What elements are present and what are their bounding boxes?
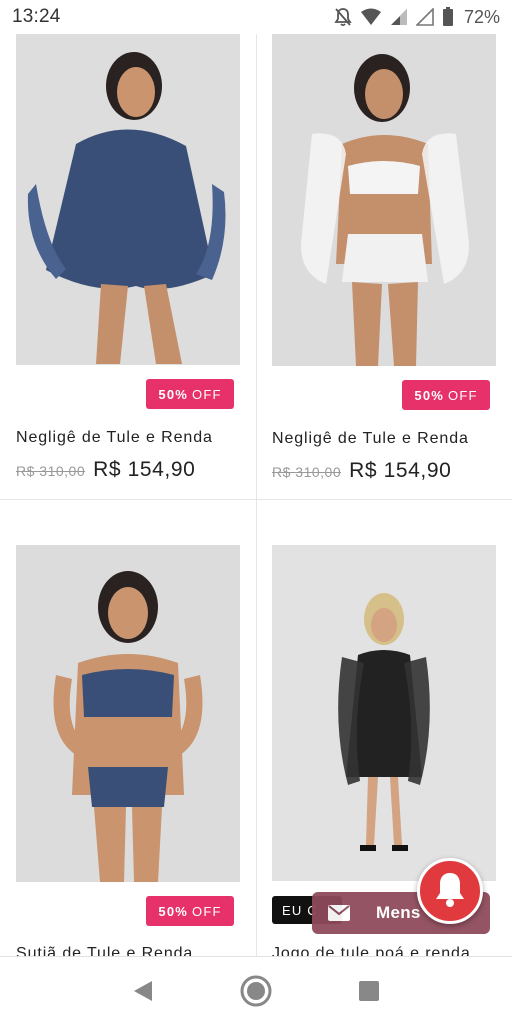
discount-off-label: OFF — [192, 386, 222, 402]
column-divider — [256, 34, 257, 956]
product-title[interactable]: Negligê de Tule e Renda — [16, 429, 213, 447]
chat-label: Mens — [376, 903, 421, 922]
status-bar: 13:24 72% — [0, 0, 512, 34]
wifi-icon — [360, 8, 382, 26]
product-card[interactable]: 50% OFF Negligê de Tule e Renda R$ 310,0… — [16, 34, 256, 494]
notification-bell-button[interactable] — [417, 858, 483, 924]
back-icon[interactable] — [123, 971, 163, 1011]
status-time: 13:24 — [12, 6, 61, 27]
home-icon[interactable] — [236, 971, 276, 1011]
discount-badge: 50% OFF — [146, 896, 234, 926]
discount-percent: 50% — [414, 387, 445, 403]
product-image[interactable] — [16, 34, 240, 365]
row-divider — [0, 499, 512, 500]
recents-icon[interactable] — [349, 971, 389, 1011]
discount-off-label: OFF — [448, 387, 478, 403]
discount-badge: 50% OFF — [146, 379, 234, 409]
battery-percent: 72% — [463, 6, 500, 27]
signal-icon — [415, 8, 434, 26]
old-price: R$ 310,00 — [16, 463, 86, 479]
new-price: R$ 154,90 — [349, 459, 452, 482]
product-card[interactable]: 50% OFF Sutiã de Tule e Renda — [16, 545, 256, 956]
status-icons: 72% — [334, 7, 500, 28]
envelope-icon — [322, 899, 356, 927]
product-image[interactable] — [272, 34, 496, 366]
discount-off-label: OFF — [192, 903, 222, 919]
product-title[interactable]: Negligê de Tule e Renda — [272, 430, 469, 448]
signal-icon — [390, 8, 408, 26]
product-title[interactable]: Sutiã de Tule e Renda — [16, 945, 193, 956]
product-grid: 50% OFF Negligê de Tule e Renda R$ 310,0… — [0, 34, 512, 956]
price-row: R$ 310,00 R$ 154,90 — [272, 459, 451, 483]
product-title[interactable]: Jogo de tule poá e renda — [272, 945, 471, 956]
battery-icon — [442, 7, 454, 27]
system-nav-bar — [0, 956, 512, 1024]
price-row: R$ 310,00 R$ 154,90 — [16, 458, 195, 482]
old-price: R$ 310,00 — [272, 464, 342, 480]
product-card[interactable]: 50% OFF Negligê de Tule e Renda R$ 310,0… — [272, 34, 512, 494]
product-image[interactable] — [16, 545, 240, 882]
discount-badge: 50% OFF — [402, 380, 490, 410]
product-image[interactable] — [272, 545, 496, 881]
notifications-off-icon — [334, 7, 352, 27]
discount-percent: 50% — [158, 903, 189, 919]
new-price: R$ 154,90 — [93, 458, 196, 481]
discount-percent: 50% — [158, 386, 189, 402]
bell-icon — [433, 870, 467, 913]
